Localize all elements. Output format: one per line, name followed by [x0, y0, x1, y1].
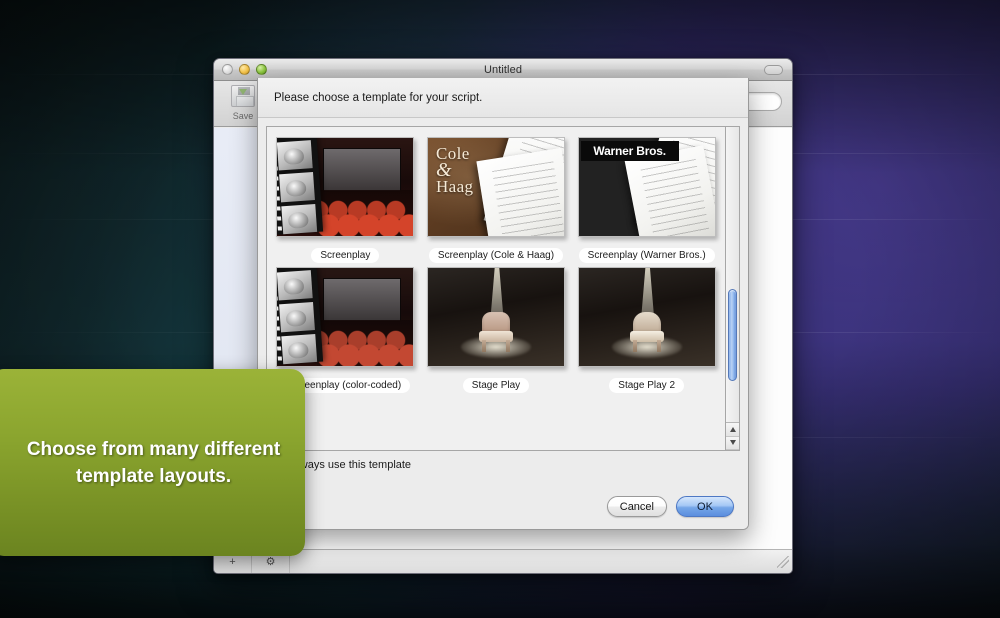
tutorial-callout: Choose from many different template layo… — [0, 369, 305, 556]
chevron-up-icon — [730, 427, 736, 432]
template-thumbnail-stage-play-2[interactable] — [578, 267, 716, 367]
template-grid: Screenplay Cole & — [267, 127, 725, 399]
sheet-prompt-text: Please choose a template for your script… — [274, 92, 482, 104]
template-item[interactable]: Warner Bros. Screenplay (Warner Bros.) — [574, 137, 719, 263]
scroll-up-button[interactable] — [726, 423, 739, 437]
template-label: Screenplay (Warner Bros.) — [579, 248, 715, 263]
chevron-down-icon — [730, 440, 736, 445]
template-item[interactable]: Stage Play — [424, 267, 569, 393]
template-thumbnail-screenplay-color-coded[interactable] — [276, 267, 414, 367]
cole-brand-line2: Haag — [436, 177, 473, 196]
save-icon — [230, 85, 257, 110]
tutorial-callout-text: Choose from many different template layo… — [10, 436, 286, 490]
resize-grip[interactable] — [777, 556, 789, 568]
template-label: Stage Play 2 — [609, 378, 684, 393]
sheet-header: Please choose a template for your script… — [258, 78, 748, 118]
cole-haag-brand: Cole & Haag — [436, 146, 473, 195]
template-item[interactable]: Stage Play 2 — [574, 267, 719, 393]
warner-bros-banner: Warner Bros. — [581, 141, 679, 161]
ok-button[interactable]: OK — [676, 496, 734, 517]
desktop-background: Untitled Save + ⚙ Please choos — [0, 0, 1000, 618]
always-use-template-label: Always use this template — [290, 459, 411, 471]
sheet-button-row: Cancel OK — [607, 496, 734, 517]
template-thumbnail-cole-haag[interactable]: Cole & Haag — [427, 137, 565, 237]
template-thumbnail-screenplay[interactable] — [276, 137, 414, 237]
sheet-footer: Always use this template Cancel OK — [258, 451, 748, 529]
always-use-template-row[interactable]: Always use this template — [272, 459, 734, 471]
window-title: Untitled — [214, 64, 792, 76]
template-thumbnail-stage-play[interactable] — [427, 267, 565, 367]
template-item[interactable]: Screenplay — [273, 137, 418, 263]
window-statusbar: + ⚙ — [214, 549, 792, 573]
template-list[interactable]: Screenplay Cole & — [266, 126, 725, 451]
template-item[interactable]: Cole & Haag Screenplay (Cole & Haag) — [424, 137, 569, 263]
scrollbar-thumb[interactable] — [728, 289, 737, 381]
template-label: Stage Play — [463, 378, 529, 393]
template-list-scrollbar[interactable] — [725, 126, 740, 451]
cancel-button[interactable]: Cancel — [607, 496, 667, 517]
template-label: Screenplay — [311, 248, 379, 263]
toolbar-toggle-button[interactable] — [764, 65, 783, 75]
scrollbar-arrows — [726, 422, 739, 450]
sheet-body: Screenplay Cole & — [258, 118, 748, 451]
template-chooser-sheet: Please choose a template for your script… — [257, 78, 749, 530]
scroll-down-button[interactable] — [726, 437, 739, 451]
template-thumbnail-warner-bros[interactable]: Warner Bros. — [578, 137, 716, 237]
scrollbar-track[interactable] — [726, 127, 739, 422]
template-label: Screenplay (Cole & Haag) — [429, 248, 563, 263]
